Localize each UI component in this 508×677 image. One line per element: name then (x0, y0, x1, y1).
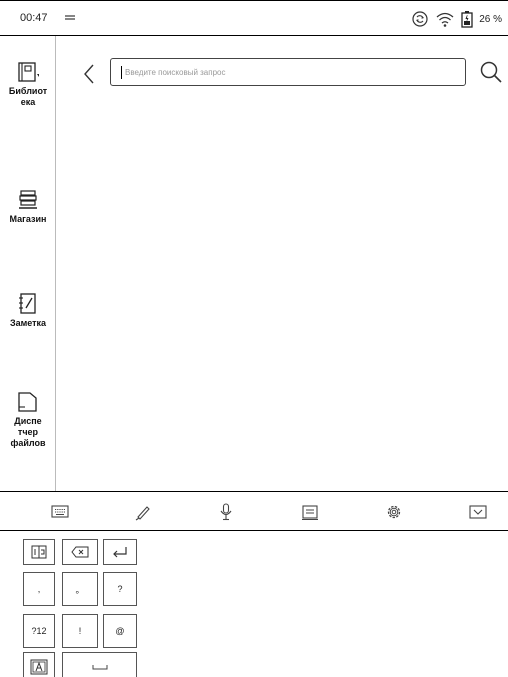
search-icon[interactable] (478, 59, 504, 85)
sidebar-item-label: Магазин (9, 214, 47, 224)
period-key-label: 。 (75, 584, 85, 595)
capitalize-icon (30, 659, 48, 675)
status-bar: 00:47 26 % (0, 0, 508, 36)
battery-icon (461, 11, 473, 28)
sidebar-item-file-manager[interactable]: Диспе тчер файлов (0, 390, 56, 449)
wifi-icon (436, 12, 454, 27)
note-icon (19, 293, 36, 314)
comma-key[interactable]: , (23, 572, 55, 606)
library-icon (18, 62, 39, 82)
exclamation-key-label: ! (78, 626, 82, 636)
hide-keyboard-icon[interactable] (469, 503, 487, 521)
enter-key[interactable] (103, 539, 137, 565)
sidebar-item-note[interactable]: Заметка (0, 292, 56, 329)
backspace-key[interactable] (62, 539, 98, 565)
enter-icon (113, 547, 127, 558)
file-manager-icon (18, 392, 37, 412)
lang-switch-key[interactable] (23, 539, 55, 565)
search-field[interactable] (110, 58, 466, 86)
at-key-label: @ (115, 626, 125, 636)
sidebar-item-label: Библиот ека (8, 86, 48, 107)
settings-gear-icon[interactable] (385, 503, 403, 521)
status-time: 00:47 (20, 12, 48, 24)
keyboard-panel: , 。 ? ?12 ! @ (0, 531, 508, 677)
period-key[interactable]: 。 (62, 572, 98, 606)
at-key[interactable]: @ (103, 614, 137, 648)
store-icon (19, 190, 37, 209)
status-right: 26 % (411, 9, 502, 29)
handwriting-pen-icon[interactable] (134, 503, 152, 521)
capitalize-key[interactable] (23, 652, 55, 677)
question-key-label: ? (117, 584, 123, 594)
numeric-toggle-key[interactable]: ?12 (23, 614, 55, 648)
microphone-icon[interactable] (217, 503, 235, 521)
clipboard-icon[interactable] (301, 503, 319, 521)
sidebar-item-library[interactable]: Библиот ека (0, 60, 56, 108)
lang-switch-icon (31, 545, 47, 559)
space-icon (92, 665, 107, 670)
space-key[interactable] (62, 652, 137, 677)
backspace-icon (71, 546, 89, 558)
keyboard-icon[interactable] (51, 503, 69, 521)
search-input[interactable] (125, 59, 455, 85)
back-button[interactable] (80, 62, 98, 86)
sidebar-item-label: Диспе тчер файлов (10, 416, 46, 448)
sync-icon (412, 11, 428, 27)
input-toolbar (0, 491, 508, 531)
exclamation-key[interactable]: ! (62, 614, 98, 648)
sidebar-item-store[interactable]: Магазин (0, 188, 56, 225)
battery-percent: 26 % (479, 13, 502, 25)
comma-key-label: , (37, 584, 41, 594)
text-caret (121, 66, 122, 79)
numeric-key-label: ?12 (31, 626, 47, 636)
sidebar: Библиот ека Магазин Заметка Диспе тчер ф… (0, 36, 56, 491)
keyboard-indicator-icon (65, 15, 75, 20)
sidebar-item-label: Заметка (9, 318, 47, 328)
question-key[interactable]: ? (103, 572, 137, 606)
